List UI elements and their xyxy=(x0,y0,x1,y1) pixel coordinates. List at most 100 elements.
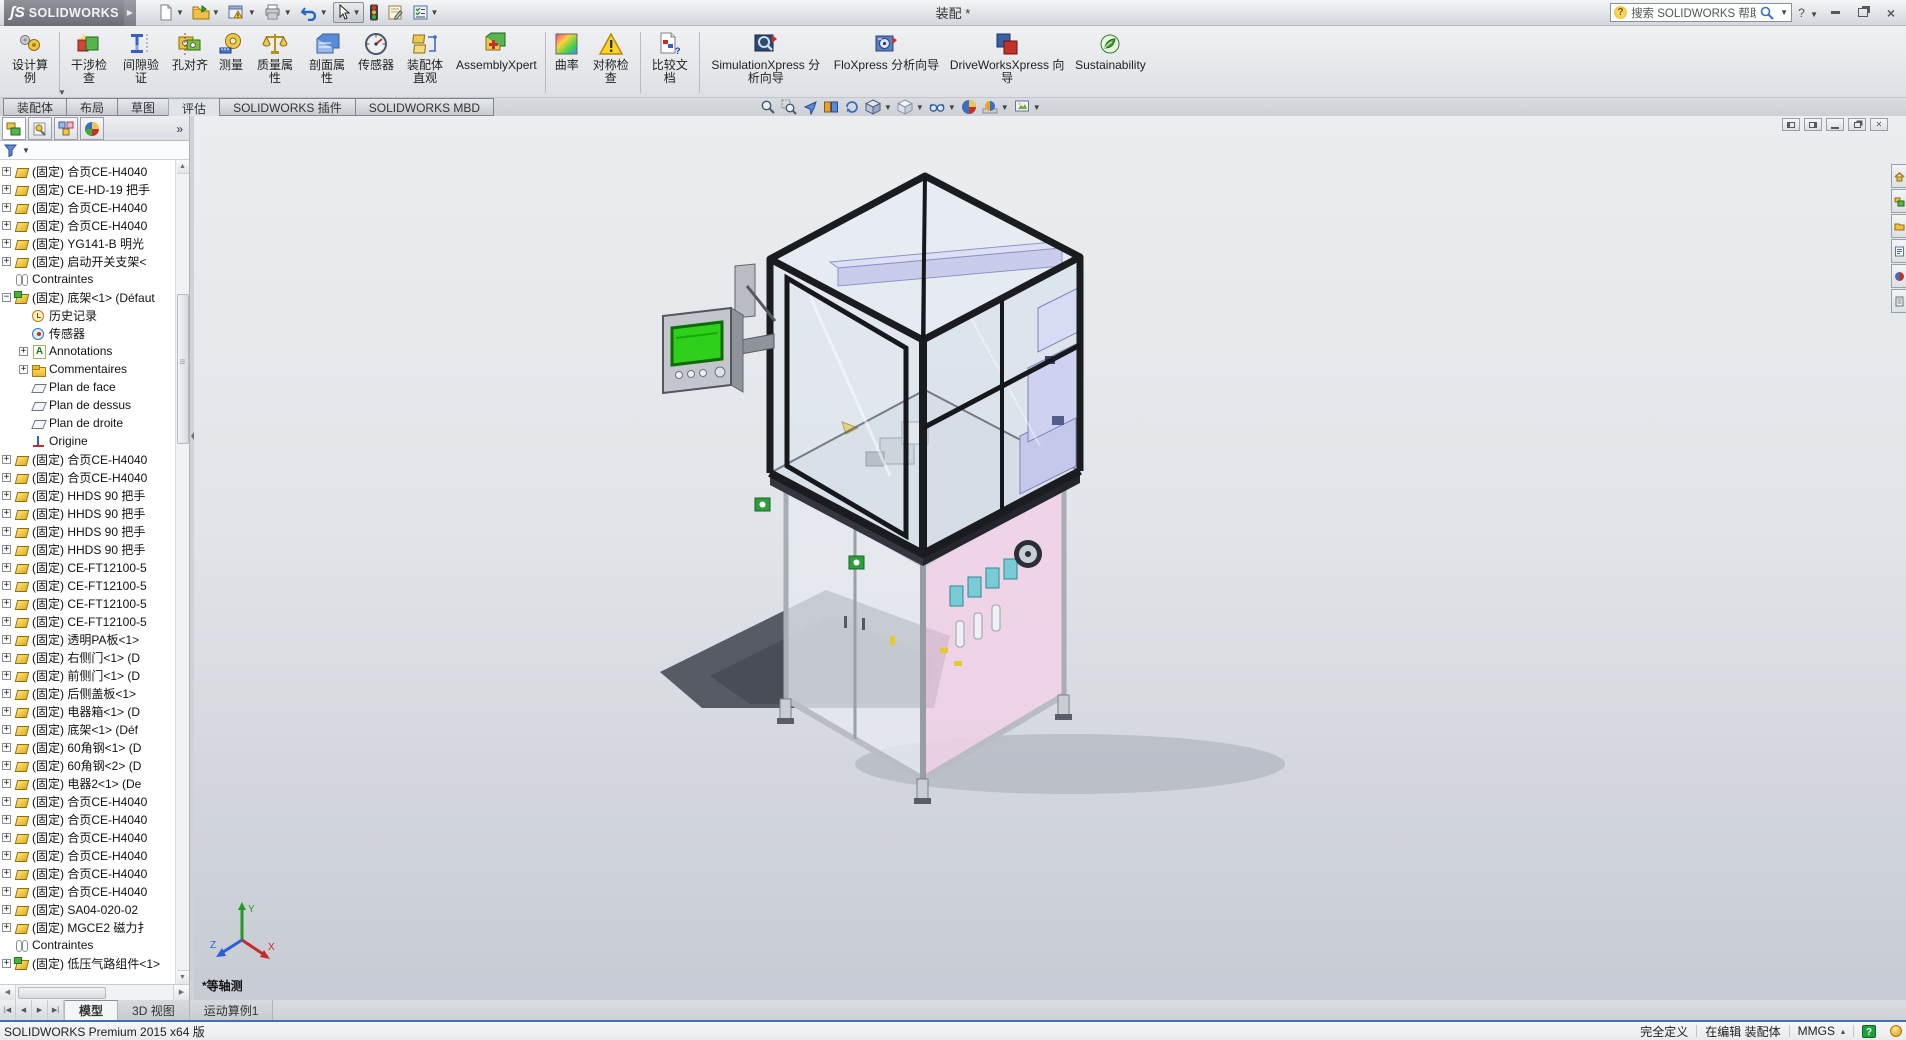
command-tab[interactable]: SOLIDWORKS 插件 xyxy=(219,98,356,116)
bottom-tab[interactable]: 模型 xyxy=(65,1000,119,1020)
tree-expander[interactable]: + xyxy=(2,580,11,590)
compare-documents-button[interactable]: ? 比较文档 xyxy=(644,28,696,97)
tree-item[interactable]: + (固定) 60角钢<1> (D xyxy=(2,738,173,756)
tree-item[interactable]: + (固定) 合页CE-H4040 xyxy=(2,162,173,180)
tree-item[interactable]: + (固定) CE-FT12100-5 xyxy=(2,576,173,594)
bottom-tab[interactable]: 运动算例1 xyxy=(189,1000,274,1020)
bottom-tab[interactable]: 3D 视图 xyxy=(118,1000,190,1020)
scroll-down-arrow[interactable]: ▼ xyxy=(176,970,189,984)
tree-expander[interactable]: + xyxy=(19,346,28,356)
tree-item[interactable]: + (固定) 合页CE-H4040 xyxy=(2,468,173,486)
view-palette-tab[interactable] xyxy=(1891,239,1906,263)
tree-expander[interactable]: + xyxy=(2,652,11,662)
search-input[interactable]: 搜索 SOLIDWORKS 帮助 xyxy=(1631,5,1756,21)
tree-item[interactable]: Contraintes xyxy=(2,270,173,288)
tree-expander[interactable]: + xyxy=(2,238,11,248)
tree-expander[interactable]: + xyxy=(2,184,11,194)
measure-button[interactable]: 测量 xyxy=(213,28,249,97)
filter-dropdown-arrow[interactable]: ▼ xyxy=(22,146,30,155)
tree-expander[interactable]: + xyxy=(2,688,11,698)
panel-tabs-overflow[interactable]: » xyxy=(176,117,187,140)
scroll-left-arrow[interactable]: ◀ xyxy=(0,985,16,1000)
edit-appearance-button[interactable] xyxy=(961,99,977,115)
tree-item[interactable]: 传感器 xyxy=(2,324,173,342)
rotate-view-button[interactable] xyxy=(844,99,860,115)
previous-view-button[interactable] xyxy=(802,99,818,115)
appearances-scenes-tab[interactable] xyxy=(1891,264,1906,288)
tree-expander[interactable]: + xyxy=(2,796,11,806)
tree-item[interactable]: + (固定) CE-FT12100-5 xyxy=(2,594,173,612)
tree-expander[interactable]: + xyxy=(2,832,11,842)
section-properties-button[interactable]: 剖面属性 xyxy=(301,28,353,97)
tree-item[interactable]: + (固定) 合页CE-H4040 xyxy=(2,810,173,828)
sensor-button[interactable]: 传感器 xyxy=(353,28,399,97)
tree-item[interactable]: + (固定) HHDS 90 把手 xyxy=(2,522,173,540)
tree-expander[interactable]: + xyxy=(2,670,11,680)
view-settings-button[interactable]: ▼ xyxy=(1014,99,1041,115)
tree-expander[interactable]: + xyxy=(2,562,11,572)
tree-item[interactable]: + (固定) 合页CE-H4040 xyxy=(2,792,173,810)
tree-expander[interactable]: + xyxy=(2,742,11,752)
tree-item[interactable]: + (固定) 合页CE-H4040 xyxy=(2,882,173,900)
tree-expander[interactable]: + xyxy=(2,598,11,608)
units-dropdown-arrow[interactable]: ▴ xyxy=(1841,1027,1845,1036)
home-tab[interactable] xyxy=(1891,164,1906,188)
view-orientation-button[interactable]: ▼ xyxy=(865,99,892,115)
display-style-button[interactable]: ▼ xyxy=(896,99,924,115)
configurationmanager-tab[interactable] xyxy=(54,117,78,140)
print-button[interactable]: ▼ xyxy=(261,2,295,23)
apply-scene-button[interactable]: ▼ xyxy=(982,99,1009,115)
tree-item[interactable]: − (固定) 底架<1> (Défaut xyxy=(2,288,173,306)
tree-item[interactable]: + (固定) HHDS 90 把手 xyxy=(2,504,173,522)
assembly-visualization-button[interactable]: 装配体直观 xyxy=(399,28,451,97)
featuremanager-tab[interactable] xyxy=(2,117,26,140)
tree-expander[interactable]: + xyxy=(2,454,11,464)
tree-item[interactable]: + (固定) YG141-B 明光 xyxy=(2,234,173,252)
tree-expander[interactable]: + xyxy=(2,220,11,230)
search-dropdown-arrow[interactable]: ▼ xyxy=(1780,8,1788,17)
status-units[interactable]: MMGS xyxy=(1798,1024,1835,1038)
window-minimize-button[interactable] xyxy=(1824,5,1846,20)
status-help-button[interactable]: ? xyxy=(1862,1024,1876,1038)
tree-expander[interactable]: + xyxy=(2,706,11,716)
graphics-viewport[interactable]: ✕ Y X Z *等轴测 xyxy=(190,116,1906,1000)
tree-item[interactable]: + Commentaires xyxy=(2,360,173,378)
command-tab[interactable]: 布局 xyxy=(66,98,119,116)
tree-expander[interactable]: + xyxy=(2,904,11,914)
open-button[interactable]: ▼ xyxy=(189,2,223,23)
options-button[interactable] xyxy=(384,2,407,23)
window-restore-button[interactable] xyxy=(1852,5,1874,20)
tree-item[interactable]: + (固定) HHDS 90 把手 xyxy=(2,540,173,558)
tree-item[interactable]: + (固定) 合页CE-H4040 xyxy=(2,450,173,468)
tree-item[interactable]: + (固定) 电器箱<1> (D xyxy=(2,702,173,720)
command-tab[interactable]: 装配体 xyxy=(3,98,68,116)
custom-properties-tab[interactable] xyxy=(1891,289,1906,313)
filter-funnel-icon[interactable] xyxy=(4,144,17,157)
rebuild-button[interactable] xyxy=(366,2,382,23)
panel-splitter[interactable] xyxy=(189,116,194,1000)
section-view-button[interactable] xyxy=(823,99,839,115)
assemblyxpert-button[interactable]: AssemblyXpert xyxy=(451,28,542,97)
tree-item[interactable]: + (固定) 底架<1> (Déf xyxy=(2,720,173,738)
hole-alignment-button[interactable]: 孔对齐 xyxy=(167,28,213,97)
zoom-fit-button[interactable] xyxy=(760,99,776,115)
tree-expander[interactable]: + xyxy=(2,616,11,626)
assembly-3d-model[interactable] xyxy=(190,116,1890,1000)
simulationxpress-button[interactable]: SimulationXpress 分析向导 xyxy=(703,28,829,97)
doc-close-button[interactable]: ✕ xyxy=(1870,118,1888,131)
tree-item[interactable]: + (固定) 合页CE-H4040 xyxy=(2,198,173,216)
file-explorer-tab[interactable] xyxy=(1891,214,1906,238)
tree-expander[interactable]: + xyxy=(2,544,11,554)
scroll-up-arrow[interactable]: ▲ xyxy=(176,160,189,174)
clearance-verification-button[interactable]: 间隙验证 xyxy=(115,28,167,97)
displaymanager-tab[interactable] xyxy=(80,117,104,140)
tree-item[interactable]: + Annotations xyxy=(2,342,173,360)
tab-nav-button[interactable]: |◀ xyxy=(0,1000,16,1020)
sustainability-button[interactable]: Sustainability xyxy=(1070,28,1151,97)
tree-item[interactable]: Contraintes xyxy=(2,936,173,954)
tree-item[interactable]: + (固定) CE-HD-19 把手 xyxy=(2,180,173,198)
symmetry-check-button[interactable]: 对称检查 xyxy=(585,28,637,97)
tree-vertical-scrollbar[interactable]: ▲ ▼ xyxy=(175,160,189,984)
interference-check-button[interactable]: 干涉检查 xyxy=(63,28,115,97)
split-view-left-button[interactable] xyxy=(1782,118,1800,131)
